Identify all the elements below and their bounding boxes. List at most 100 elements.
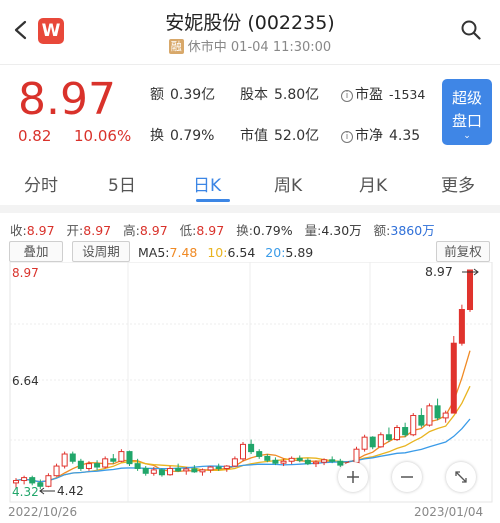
candle-up [353, 448, 360, 464]
candle-up [183, 468, 190, 472]
header: W 安妮股份 (002235) 融休市中 01-04 11:30:00 [0, 0, 500, 64]
candle-up [45, 475, 52, 487]
fullscreen-button[interactable] [446, 462, 476, 492]
current-price: 8.97 [18, 74, 116, 125]
tab-daily-k[interactable]: 日K [193, 171, 221, 196]
candle-up [102, 458, 109, 468]
candle-up [410, 414, 417, 436]
stat-market-cap-label: 市值 [240, 128, 268, 144]
overlay-button[interactable]: 叠加 [9, 241, 63, 262]
candle-up [361, 436, 368, 450]
candle-up [231, 458, 238, 467]
high-label: 高: [123, 223, 140, 238]
moving-average-legend: MA5:7.48 10:6.54 20:5.89 [138, 245, 313, 260]
candle-down [158, 469, 165, 476]
info-icon: i [341, 90, 353, 102]
candle-up [466, 269, 474, 311]
close-label: 收: [10, 223, 27, 238]
ma20-label: 20: [265, 245, 286, 260]
price-adjust-button[interactable]: 前复权 [436, 241, 490, 262]
ohlc-summary: 收:8.97 开:8.97 高:8.97 低:8.97 换:0.79% 量:4.… [10, 220, 435, 239]
volume-value: 4.30万 [321, 223, 362, 238]
candle-up [167, 467, 174, 476]
candle-down [94, 463, 101, 468]
price-change-absolute: 0.82 [18, 127, 52, 145]
candle-down [385, 434, 392, 441]
market-status: 融休市中 01-04 11:30:00 [0, 36, 500, 55]
stat-amount-value: 0.39亿 [170, 87, 216, 103]
stat-pe-label: 市盈 [355, 87, 383, 103]
stat-amount: 额 0.39亿 [150, 84, 215, 104]
stat-shares-label: 股本 [240, 87, 268, 103]
candle-up [118, 451, 125, 462]
stock-title: 安妮股份 (002235) [165, 12, 335, 34]
candle-up [21, 477, 28, 482]
stat-pb-value: 4.35 [389, 128, 421, 144]
candle-down [296, 457, 303, 461]
candle-down [134, 463, 141, 469]
search-icon[interactable] [461, 20, 481, 40]
tab-weekly-k[interactable]: 周K [274, 171, 302, 196]
candle-down [256, 451, 263, 457]
close-value: 8.97 [26, 223, 55, 238]
candlestick-chart[interactable]: 8.97 6.64 4.32 8.97 4.42 [0, 262, 500, 505]
super-orderbook-label-2: 盘口 [451, 112, 482, 130]
candle-up [321, 459, 328, 463]
candle-up [280, 460, 287, 464]
stat-turnover-label: 换 [150, 128, 164, 144]
low-price-marker: 4.42 [57, 484, 84, 498]
candle-up [199, 469, 206, 473]
header-divider [0, 64, 500, 65]
candle-down [264, 455, 271, 461]
amount-value: 3860万 [390, 223, 435, 238]
margin-trading-badge: 融 [168, 39, 184, 54]
zoom-out-button[interactable] [392, 462, 422, 492]
candle-down [418, 414, 425, 426]
candle-down [126, 451, 133, 465]
high-value: 8.97 [139, 223, 168, 238]
candle-up [53, 465, 60, 477]
candle-down [215, 466, 222, 469]
candle-down [29, 477, 36, 484]
open-label: 开: [66, 223, 84, 238]
candle-up [426, 405, 433, 426]
candle-up [442, 412, 449, 419]
low-value: 8.97 [196, 223, 225, 238]
candle-down [272, 459, 279, 464]
plus-icon [347, 471, 359, 483]
candle-up [61, 453, 68, 467]
stat-pb[interactable]: i 市净 4.35 [341, 125, 420, 145]
super-orderbook-button[interactable]: 超级 盘口 ⌄ [442, 79, 492, 145]
candle-down [304, 459, 311, 465]
candle-up [458, 309, 465, 344]
low-label: 低: [179, 223, 197, 238]
set-period-button[interactable]: 设周期 [72, 241, 130, 262]
ma5-label: MA5: [138, 245, 170, 260]
candle-down [77, 460, 84, 469]
stat-pe[interactable]: i 市盈 -1534 [341, 84, 425, 104]
tab-5day[interactable]: 5日 [108, 171, 136, 196]
y-axis-low-label: 4.32 [12, 485, 39, 499]
chart-start-date: 2022/10/26 [8, 505, 78, 519]
market-status-text: 休市中 01-04 11:30:00 [187, 40, 332, 55]
y-axis-mid-label: 6.64 [12, 374, 39, 388]
zoom-in-button[interactable] [338, 462, 368, 492]
candle-up [223, 465, 230, 469]
tabs-divider [0, 205, 500, 213]
candle-down [402, 427, 409, 436]
tab-more[interactable]: 更多 [441, 171, 475, 196]
ma20-value: 5.89 [285, 245, 314, 260]
candle-down [175, 467, 182, 472]
candle-down [369, 436, 376, 448]
candle-up [288, 457, 295, 462]
candle-up [85, 463, 92, 469]
candle-up [312, 461, 319, 465]
candle-up [377, 434, 384, 448]
tab-intraday[interactable]: 分时 [24, 171, 58, 196]
tab-monthly-k[interactable]: 月K [359, 171, 387, 196]
y-axis-top-label: 8.97 [12, 266, 39, 280]
candle-up [12, 480, 20, 484]
active-tab-indicator [196, 199, 230, 202]
info-icon: i [341, 131, 353, 143]
candle-up [394, 427, 401, 441]
